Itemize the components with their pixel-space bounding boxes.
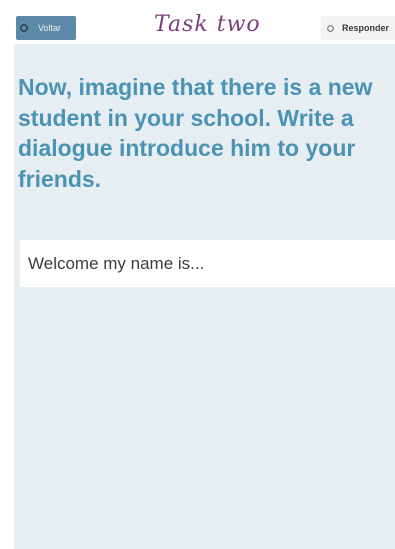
back-button[interactable]: Voltar: [16, 16, 76, 40]
top-bar: Voltar Task two Responder: [14, 14, 395, 44]
task-panel: Voltar Task two Responder Now, imagine t…: [14, 14, 395, 549]
task-prompt: Now, imagine that there is a new student…: [18, 74, 373, 192]
reply-button-label: Responder: [342, 23, 390, 33]
back-icon: [20, 24, 28, 32]
reply-button[interactable]: Responder: [321, 16, 395, 40]
radio-icon: [327, 24, 334, 32]
answer-field[interactable]: Welcome my name is...: [20, 240, 395, 287]
page-title: Task two: [154, 14, 261, 37]
back-button-label: Voltar: [38, 23, 62, 33]
